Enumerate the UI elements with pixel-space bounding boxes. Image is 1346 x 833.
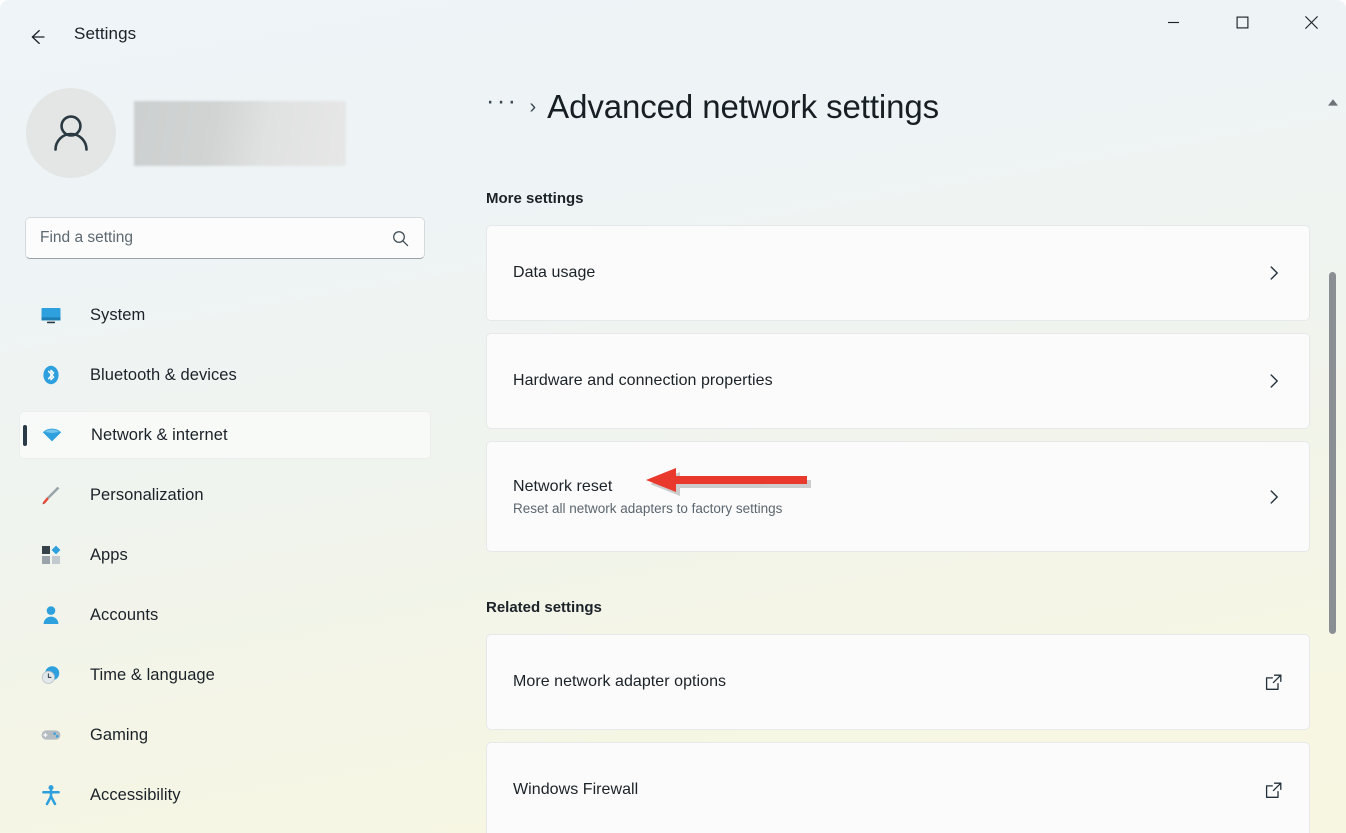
maximize-icon [1236,16,1249,29]
minimize-icon [1167,16,1180,29]
breadcrumb: ··· › Advanced network settings [486,88,939,126]
maximize-button[interactable] [1208,0,1277,44]
chevron-right-icon [1265,372,1283,390]
card-text: Data usage [513,264,1265,282]
setting-card-network-reset[interactable]: Network reset Reset all network adapters… [486,441,1310,552]
search-icon[interactable] [391,229,410,248]
accessibility-icon [38,784,64,806]
chevron-up-icon [1327,98,1339,107]
external-link-icon [1264,781,1283,800]
avatar [26,88,116,178]
sidebar-item-system[interactable]: System [19,291,431,339]
sidebar-item-accessibility[interactable]: Accessibility [19,771,431,819]
chevron-right-icon [1265,488,1283,506]
card-title: Data usage [513,264,1265,282]
vertical-scrollbar[interactable] [1320,90,1346,761]
card-title: More network adapter options [513,673,1264,691]
minimize-button[interactable] [1139,0,1208,44]
scrollbar-thumb[interactable] [1329,272,1336,634]
sidebar-item-personalization[interactable]: Personalization [19,471,431,519]
sidebar-item-network-internet[interactable]: Network & internet [19,411,431,459]
main-content: ··· › Advanced network settings More set… [450,72,1346,833]
scroll-up-button[interactable] [1320,90,1346,114]
breadcrumb-separator-icon: › [529,96,536,119]
sidebar-item-label: Apps [90,546,128,565]
external-link-icon [1264,673,1283,692]
sidebar-item-label: Personalization [90,486,204,505]
search-box[interactable] [25,217,425,259]
card-text: More network adapter options [513,673,1264,691]
card-text: Network reset Reset all network adapters… [513,478,1265,516]
sidebar-item-label: Time & language [90,666,215,685]
sidebar-item-accounts[interactable]: Accounts [19,591,431,639]
profile-name-redacted [134,101,346,166]
paintbrush-icon [38,484,64,506]
gamepad-icon [38,724,64,746]
sidebar: System Bluetooth & devices [0,72,450,833]
user-avatar-icon [45,107,97,159]
back-button[interactable] [18,18,56,56]
card-subtitle: Reset all network adapters to factory se… [513,501,1265,516]
search-input[interactable] [40,229,391,247]
card-title: Network reset [513,478,1265,496]
sidebar-item-label: Gaming [90,726,148,745]
setting-card-more-network-adapter-options[interactable]: More network adapter options [486,634,1310,730]
bluetooth-icon [38,364,64,386]
settings-window: Settings [0,0,1346,833]
chevron-right-icon [1265,264,1283,282]
breadcrumb-overflow-button[interactable]: ··· [486,89,518,126]
card-text: Hardware and connection properties [513,372,1265,390]
setting-card-data-usage[interactable]: Data usage [486,225,1310,321]
sidebar-item-label: Accounts [90,606,158,625]
section-heading-more-settings: More settings [486,190,584,207]
apps-grid-icon [38,544,64,566]
arrow-left-icon [26,26,48,48]
navigation-list: System Bluetooth & devices [19,291,431,831]
setting-card-windows-firewall[interactable]: Windows Firewall [486,742,1310,833]
close-icon [1304,15,1319,30]
clock-globe-icon [38,664,64,686]
title-bar: Settings [0,0,1346,72]
display-monitor-icon [38,304,64,326]
card-text: Windows Firewall [513,781,1264,799]
sidebar-item-bluetooth-devices[interactable]: Bluetooth & devices [19,351,431,399]
section-heading-related-settings: Related settings [486,599,602,616]
sidebar-item-label: Network & internet [91,426,228,445]
page-title: Advanced network settings [547,88,939,126]
user-profile[interactable] [26,88,346,178]
selection-indicator [23,425,27,446]
app-title: Settings [74,24,136,44]
sidebar-item-label: Bluetooth & devices [90,366,237,385]
sidebar-item-time-language[interactable]: Time & language [19,651,431,699]
sidebar-item-apps[interactable]: Apps [19,531,431,579]
card-title: Hardware and connection properties [513,372,1265,390]
person-icon [38,604,64,626]
sidebar-item-label: Accessibility [90,786,181,805]
sidebar-item-gaming[interactable]: Gaming [19,711,431,759]
setting-card-hardware-connection-properties[interactable]: Hardware and connection properties [486,333,1310,429]
wifi-icon [39,424,65,446]
card-title: Windows Firewall [513,781,1264,799]
sidebar-item-label: System [90,306,145,325]
close-button[interactable] [1277,0,1346,44]
